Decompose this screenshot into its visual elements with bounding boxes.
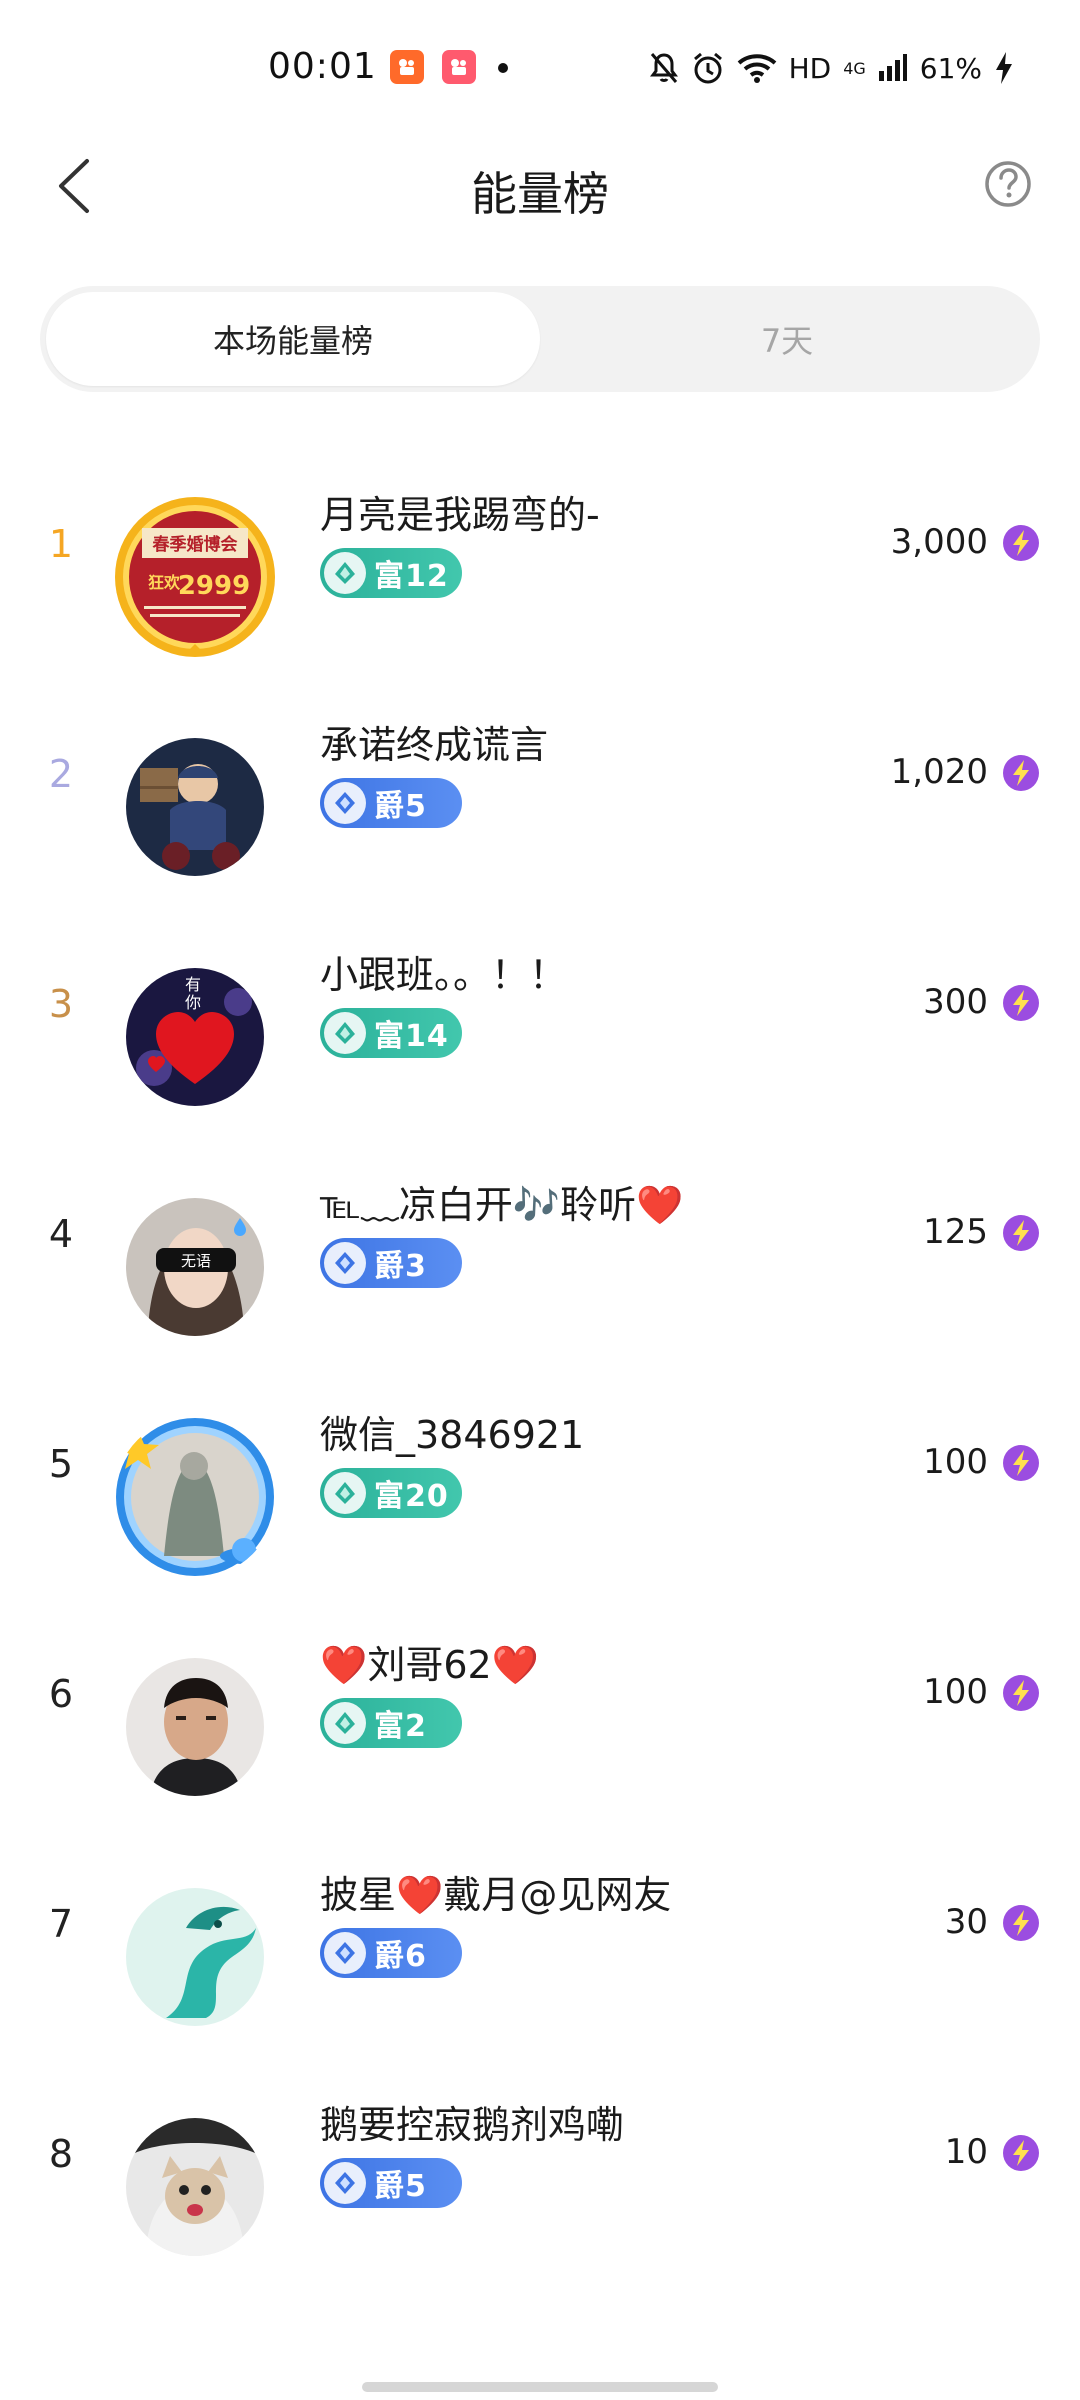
- energy-icon: [1003, 2135, 1039, 2171]
- avatar[interactable]: [126, 1658, 264, 1796]
- username: 披星❤️戴月@见网友: [320, 1873, 672, 1917]
- level-badge: 富12: [320, 548, 462, 598]
- status-time: 00:01: [268, 46, 377, 87]
- charging-icon: [996, 52, 1012, 84]
- level-badge: 爵6: [320, 1928, 462, 1978]
- tab-7-days[interactable]: 7天: [540, 292, 1034, 386]
- level-badge: 爵3: [320, 1238, 462, 1288]
- alarm-icon: [693, 52, 722, 84]
- energy-icon: [1003, 1675, 1039, 1711]
- signal-icon: [878, 54, 907, 81]
- header: 能量榜: [0, 130, 1080, 240]
- rank-number: 7: [48, 1902, 74, 1946]
- ranking-row[interactable]: 5 微信_3846921 富20 100: [0, 1360, 1080, 1590]
- ranking-tabs: 本场能量榜 7天: [40, 286, 1040, 392]
- diamond-icon: [324, 552, 366, 594]
- energy-score: 10: [944, 2132, 988, 2172]
- mute-icon: [649, 53, 678, 83]
- ranking-row[interactable]: 4 无语 ℡﹏凉白开🎶聆听❤️ 爵3 125: [0, 1130, 1080, 1360]
- diamond-icon: [324, 1242, 366, 1284]
- wifi-icon: [737, 54, 776, 83]
- status-right-icons: HD 4G 61%: [649, 46, 1014, 90]
- question-mark-icon: [985, 161, 1031, 207]
- energy-score: 1,020: [890, 752, 988, 792]
- username: 鹅要控寂鹅剂鸡嘞: [320, 2103, 625, 2147]
- tab-current-session[interactable]: 本场能量榜: [46, 292, 540, 386]
- diamond-icon: [324, 1932, 366, 1974]
- avatar[interactable]: 春季婚博会 狂欢 2999: [114, 496, 276, 658]
- energy-score: 3,000: [890, 522, 988, 562]
- username: 月亮是我踢弯的-: [320, 493, 600, 537]
- home-indicator[interactable]: [362, 2382, 718, 2392]
- network-type-label: HD: [788, 51, 832, 85]
- level-badge: 富20: [320, 1468, 462, 1518]
- rank-number: 1: [48, 522, 74, 566]
- level-badge: 爵5: [320, 778, 462, 828]
- energy-icon: [1003, 525, 1039, 561]
- diamond-icon: [324, 782, 366, 824]
- ranking-row[interactable]: 8 鹅要控寂鹅剂鸡嘞 爵5 10: [0, 2050, 1080, 2280]
- diamond-icon: [324, 1012, 366, 1054]
- ranking-row[interactable]: 3 有 你 小跟班。。！！ 富14 300: [0, 900, 1080, 1130]
- avatar-text-sunglasses: 无语: [181, 1252, 211, 1270]
- energy-score: 100: [923, 1442, 988, 1482]
- network-gen-label: 4G: [843, 58, 866, 78]
- diamond-icon: [324, 1472, 366, 1514]
- avatar-text-promo: 狂欢: [148, 573, 181, 592]
- username: 微信_3846921: [320, 1413, 585, 1457]
- ranking-row[interactable]: 6 ❤️刘哥62❤️ 富2 100: [0, 1590, 1080, 1820]
- rank-number: 3: [48, 982, 74, 1026]
- avatar-text-price: 2999: [178, 571, 250, 601]
- notification-dot: [498, 63, 508, 73]
- page-title: 能量榜: [471, 167, 609, 221]
- energy-icon: [1003, 1905, 1039, 1941]
- avatar-text-bottom: 你: [185, 993, 201, 1012]
- kuaishou-app-icon: [442, 50, 476, 84]
- avatar[interactable]: 无语: [126, 1198, 264, 1336]
- avatar-text-top: 春季婚博会: [153, 534, 238, 555]
- diamond-icon: [324, 1702, 366, 1744]
- level-badge: 富2: [320, 1698, 462, 1748]
- avatar[interactable]: [126, 2118, 264, 2256]
- rank-number: 5: [48, 1442, 74, 1486]
- avatar[interactable]: 有 你: [126, 968, 264, 1106]
- level-badge: 爵5: [320, 2158, 462, 2208]
- avatar[interactable]: [114, 1416, 276, 1578]
- username: ❤️刘哥62❤️: [320, 1643, 539, 1687]
- diamond-icon: [324, 2162, 366, 2204]
- ranking-row[interactable]: 2 承诺终成谎言 爵5 1,020: [0, 670, 1080, 900]
- level-badge: 富14: [320, 1008, 462, 1058]
- energy-score: 125: [923, 1212, 988, 1252]
- rank-number: 2: [48, 752, 74, 796]
- rank-number: 8: [48, 2132, 74, 2176]
- rank-number: 6: [48, 1672, 74, 1716]
- energy-icon: [1003, 1215, 1039, 1251]
- kuaishou-app-icon: [390, 50, 424, 84]
- avatar[interactable]: [126, 738, 264, 876]
- ranking-row[interactable]: 1 春季婚博会 狂欢 2999 月亮是我踢弯的- 富12 3,000: [0, 440, 1080, 670]
- energy-icon: [1003, 1445, 1039, 1481]
- avatar[interactable]: [126, 1888, 264, 2026]
- ranking-row[interactable]: 7 披星❤️戴月@见网友 爵6 30: [0, 1820, 1080, 2050]
- status-bar: 00:01 HD 4G 61%: [0, 0, 1080, 120]
- energy-icon: [1003, 985, 1039, 1021]
- energy-score: 30: [944, 1902, 988, 1942]
- energy-score: 100: [923, 1672, 988, 1712]
- ranking-list: 1 春季婚博会 狂欢 2999 月亮是我踢弯的- 富12 3,000 2 承诺终…: [0, 440, 1080, 2280]
- help-button[interactable]: [976, 152, 1040, 216]
- energy-icon: [1003, 755, 1039, 791]
- username: 承诺终成谎言: [320, 723, 549, 767]
- username: 小跟班。。！！: [320, 953, 568, 997]
- avatar-text-top: 有: [185, 975, 201, 994]
- username: ℡﹏凉白开🎶聆听❤️: [320, 1183, 684, 1227]
- battery-percent: 61%: [919, 51, 982, 85]
- energy-score: 300: [923, 982, 988, 1022]
- rank-number: 4: [48, 1212, 74, 1256]
